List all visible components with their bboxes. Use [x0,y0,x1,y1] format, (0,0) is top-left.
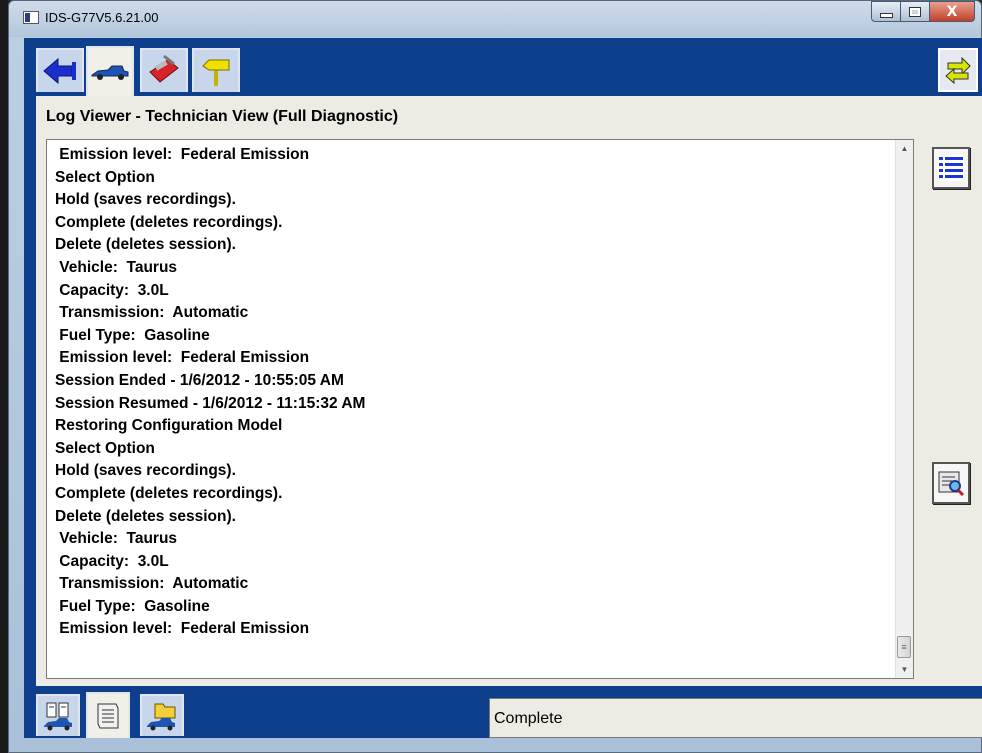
tab-vehicle-data[interactable] [36,694,80,736]
tab-toolbox[interactable] [140,48,188,92]
panel-title: Log Viewer - Technician View (Full Diagn… [46,108,399,125]
minimize-icon [879,13,893,18]
scroll-up-arrow-icon[interactable]: ▲ [896,140,913,157]
exchange-arrows-icon [945,56,971,85]
log-line: Select Option [55,439,155,457]
log-line: Select Option [55,168,155,186]
log-line: Capacity: 3.0L [55,281,169,299]
log-line: Hold (saves recordings). [55,191,236,209]
log-line: Emission level: Federal Emission [55,620,310,638]
signpost-icon [202,59,230,86]
folder-vehicle-icon [147,703,176,731]
log-line: Complete (deletes recordings). [55,484,283,502]
top-tab-strip [24,38,982,96]
toolbox-icon [149,54,179,83]
log-line: Vehicle: Taurus [55,258,178,276]
list-view-button[interactable] [932,147,970,189]
log-line: Session Ended - 1/6/2012 - 10:55:05 AM [55,371,344,389]
client-area: Log Viewer - Technician View (Full Diagn… [24,38,982,738]
tab-back[interactable] [36,48,84,92]
close-icon: X [946,3,958,20]
log-line: Emission level: Federal Emission [55,146,310,163]
log-viewer-panel: Log Viewer - Technician View (Full Diagn… [36,96,982,686]
vertical-scrollbar[interactable]: ▲ ≡ ▼ [895,140,913,678]
desktop-edge [0,0,8,753]
search-report-button[interactable] [932,462,970,504]
minimize-button[interactable] [871,1,901,22]
tab-signpost[interactable] [192,48,240,92]
log-line: Fuel Type: Gasoline [55,597,210,615]
window-title: IDS-G77V5.6.21.00 [45,10,159,25]
back-arrow-icon [43,57,76,85]
status-text: Complete [494,710,563,727]
tab-report[interactable] [86,692,130,738]
log-text-box[interactable]: Emission level: Federal Emission Select O… [46,139,914,679]
log-line: Complete (deletes recordings). [55,213,283,231]
list-icon [938,155,964,181]
log-line: Emission level: Federal Emission [55,349,310,367]
maximize-button[interactable] [900,1,930,22]
caption-buttons: X [871,1,975,23]
log-line: Session Resumed - 1/6/2012 - 11:15:32 AM [55,394,366,412]
report-search-icon [938,471,965,497]
log-lines: Emission level: Federal Emission Select O… [55,144,893,641]
log-line: Transmission: Automatic [55,575,249,593]
scroll-thumb[interactable]: ≡ [897,636,911,658]
log-line: Delete (deletes session). [55,236,236,254]
log-line: Fuel Type: Gasoline [55,326,210,344]
title-bar[interactable]: IDS-G77V5.6.21.00 X [9,1,981,37]
tab-folder-vehicle[interactable] [140,694,184,736]
scroll-report-icon [97,703,119,729]
vehicle-data-icon [44,702,72,731]
tab-vehicle[interactable] [86,46,134,96]
close-button[interactable]: X [929,1,975,22]
log-line: Vehicle: Taurus [55,530,178,548]
log-line: Transmission: Automatic [55,304,249,322]
log-line: Hold (saves recordings). [55,462,236,480]
maximize-icon [909,6,921,17]
exchange-button[interactable] [938,48,978,92]
scroll-down-arrow-icon[interactable]: ▼ [896,661,913,678]
log-line: Restoring Configuration Model [55,417,283,435]
app-icon [23,11,39,24]
vehicle-icon [91,65,129,80]
log-line: Capacity: 3.0L [55,552,169,570]
status-field: Complete [489,698,982,738]
app-window: IDS-G77V5.6.21.00 X Log Viewer - Technic… [8,0,982,753]
log-line: Delete (deletes session). [55,507,236,525]
bottom-bar: Complete [24,686,982,738]
